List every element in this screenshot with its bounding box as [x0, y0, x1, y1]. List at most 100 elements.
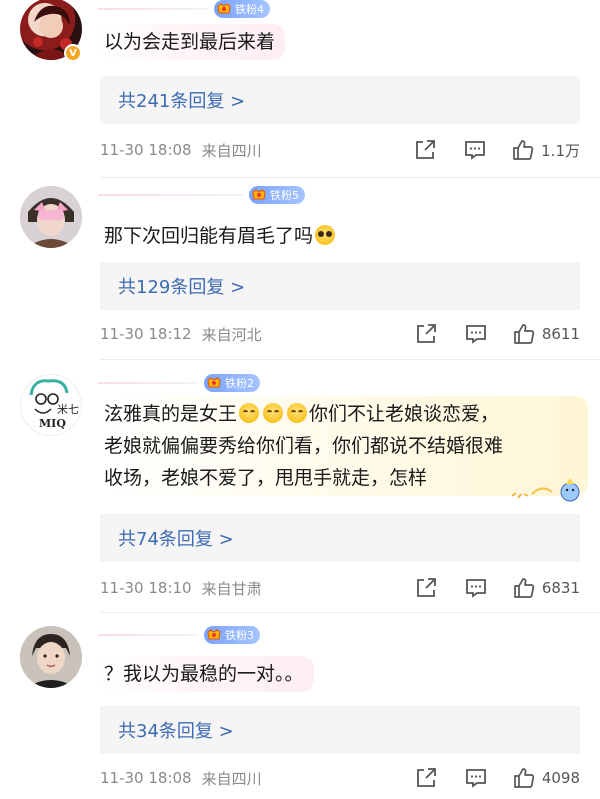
avatar-image	[20, 626, 82, 688]
fan-badge-icon	[207, 629, 221, 640]
view-replies-label: 共34条回复 >	[118, 721, 234, 742]
share-button[interactable]	[414, 322, 438, 346]
divider	[100, 177, 600, 178]
avatar[interactable]: 米七 MIQ	[20, 374, 82, 436]
divider	[100, 612, 600, 613]
share-icon	[416, 324, 436, 343]
fan-badge-icon	[207, 377, 221, 388]
comment-button[interactable]	[463, 138, 487, 162]
share-button[interactable]	[413, 138, 437, 162]
view-replies-button[interactable]: 共74条回复 >	[100, 514, 580, 562]
view-replies-button[interactable]: 共129条回复 >	[100, 262, 580, 310]
like-button[interactable]: 8611	[512, 322, 580, 346]
like-button[interactable]: 6831	[512, 576, 580, 600]
smile-emoji-icon	[263, 403, 284, 423]
like-count: 1.1万	[541, 141, 580, 160]
smile-emoji-icon	[239, 403, 260, 423]
fan-badge: 铁粉4	[214, 0, 270, 18]
fan-badge-icon	[252, 189, 266, 200]
view-replies-label: 共129条回复 >	[118, 277, 246, 298]
share-button[interactable]	[414, 766, 438, 790]
thumbs-up-icon	[513, 768, 534, 788]
comment-location: 来自甘肃	[201, 579, 262, 598]
svg-text:MIQ: MIQ	[39, 417, 66, 430]
comment-time: 11-30 18:08	[100, 141, 192, 159]
view-replies-button[interactable]: 共241条回复 >	[100, 76, 580, 124]
username-line[interactable]: 铁粉2	[98, 374, 260, 392]
avatar-image: 米七 MIQ	[29, 379, 79, 430]
comment-button[interactable]	[464, 766, 488, 790]
comment-icon	[465, 325, 486, 344]
comment-button[interactable]	[464, 576, 488, 600]
thumbs-up-icon	[513, 140, 534, 160]
fan-badge: 铁粉2	[204, 374, 260, 392]
comment-meta: 11-30 18:10 来自甘肃 6831	[100, 576, 580, 600]
divider	[100, 359, 600, 360]
comment-location: 来自河北	[201, 325, 262, 344]
comment-text-content: 以为会走到最后来着	[104, 31, 276, 53]
fan-badge-icon	[217, 3, 231, 14]
comment-actions: 1.1万	[413, 138, 580, 162]
bubble-decoration-icon	[511, 478, 580, 502]
fan-badge-label: 铁粉2	[225, 377, 254, 390]
smile-emoji-icon	[287, 403, 308, 423]
comment-actions: 6831	[414, 576, 580, 600]
avatar[interactable]	[20, 186, 82, 248]
like-count: 4098	[541, 769, 580, 787]
username-blurred	[98, 8, 208, 10]
fan-badge: 铁粉3	[204, 626, 260, 644]
share-icon	[416, 768, 436, 787]
comment-text-part: 泫雅真的是女王	[104, 403, 238, 425]
comment-text: ？我以为最稳的一对。。	[98, 656, 314, 692]
comment-location: 来自四川	[201, 141, 262, 160]
avatar-image	[20, 186, 82, 248]
like-button[interactable]: 1.1万	[511, 138, 580, 162]
pleading-face-icon	[315, 225, 336, 245]
like-count: 6831	[541, 579, 580, 597]
like-count: 8611	[541, 325, 580, 343]
share-icon	[416, 140, 436, 159]
fan-badge-label: 铁粉5	[270, 189, 299, 202]
avatar[interactable]	[20, 626, 82, 688]
verified-badge-icon: V	[64, 44, 82, 62]
comment-text-content: ？我以为最稳的一对。。	[104, 663, 304, 685]
comment-button[interactable]	[464, 322, 488, 346]
share-icon	[416, 578, 436, 597]
comment-text: 以为会走到最后来着	[98, 24, 286, 60]
comment-text-line: 收场，老娘不爱了，甩甩手就走，怎样	[104, 467, 428, 489]
comment-text-content: 那下次回归能有眉毛了吗	[104, 225, 314, 247]
svg-text:米七: 米七	[57, 403, 79, 416]
comment-time: 11-30 18:08	[100, 769, 192, 787]
username-blurred	[98, 382, 198, 384]
thumbs-up-icon	[513, 324, 534, 344]
username-blurred	[98, 634, 198, 636]
comment-text-line: 泫雅真的是女王 你们不让老娘谈恋爱，	[104, 398, 578, 430]
comment-text-part: 你们不让老娘谈恋爱，	[309, 403, 500, 425]
comment-icon	[465, 141, 486, 160]
comment-text-line: 老娘就偏偏要秀给你们看，你们都说不结婚很难	[104, 435, 504, 457]
comment-time: 11-30 18:12	[100, 325, 192, 343]
view-replies-label: 共241条回复 >	[118, 91, 246, 112]
comment-meta: 11-30 18:08 来自四川 4098	[100, 766, 580, 790]
comment-icon	[465, 579, 486, 598]
fan-badge: 铁粉5	[249, 186, 305, 204]
comment-time: 11-30 18:10	[100, 579, 192, 597]
thumbs-up-icon	[513, 578, 534, 598]
username-blurred	[98, 194, 243, 196]
comment-actions: 8611	[414, 322, 580, 346]
fan-badge-label: 铁粉4	[235, 3, 264, 16]
comment-location: 来自四川	[201, 769, 262, 788]
fan-badge-label: 铁粉3	[225, 629, 254, 642]
username-line[interactable]: 铁粉4	[98, 0, 270, 18]
view-replies-button[interactable]: 共34条回复 >	[100, 706, 580, 754]
share-button[interactable]	[414, 576, 438, 600]
comment-meta: 11-30 18:12 来自河北 8611	[100, 322, 580, 346]
comment-text: 那下次回归能有眉毛了吗	[98, 218, 347, 254]
comment-actions: 4098	[414, 766, 580, 790]
like-button[interactable]: 4098	[512, 766, 580, 790]
comment-icon	[465, 769, 486, 788]
view-replies-label: 共74条回复 >	[118, 529, 234, 550]
comment-meta: 11-30 18:08 来自四川 1.1万	[100, 138, 580, 162]
username-line[interactable]: 铁粉3	[98, 626, 260, 644]
username-line[interactable]: 铁粉5	[98, 186, 305, 204]
